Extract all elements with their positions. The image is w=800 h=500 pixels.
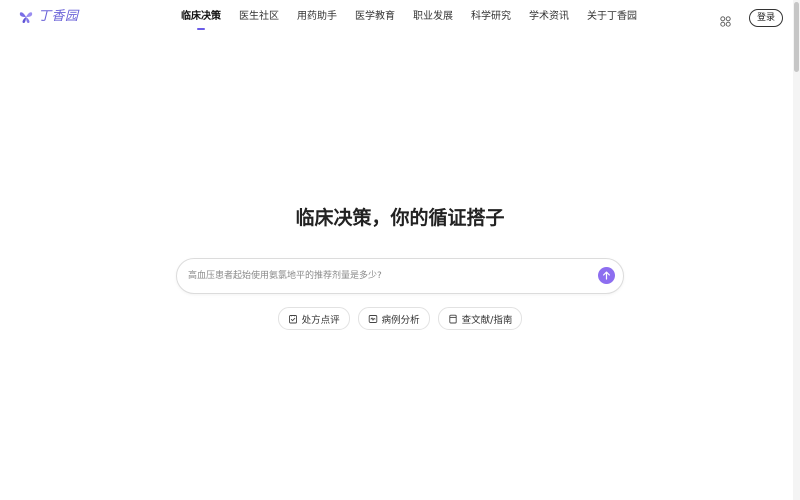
- nav-item-career[interactable]: 职业发展: [413, 0, 453, 36]
- main-nav: 临床决策 医生社区 用药助手 医学教育 职业发展 科学研究 学术资讯 关于丁香园: [181, 0, 655, 36]
- vertical-scrollbar[interactable]: [793, 0, 800, 500]
- grid-apps-icon[interactable]: [720, 12, 731, 27]
- nav-item-drug-assistant[interactable]: 用药助手: [297, 0, 337, 36]
- chip-label: 处方点评: [301, 314, 340, 326]
- nav-item-medical-education[interactable]: 医学教育: [355, 0, 395, 36]
- nav-item-clinical-decision[interactable]: 临床决策: [181, 0, 221, 36]
- arrow-up-icon: [603, 271, 610, 280]
- nav-item-about[interactable]: 关于丁香园: [587, 0, 637, 36]
- logo[interactable]: 丁香园: [18, 8, 79, 26]
- chip-prescription-review[interactable]: 处方点评: [277, 307, 350, 330]
- logo-icon: [19, 12, 33, 23]
- prescription-icon: [288, 314, 297, 323]
- case-icon: [368, 314, 377, 323]
- logo-text: 丁香园: [38, 9, 79, 24]
- send-button[interactable]: [598, 267, 615, 284]
- page: 丁香园 临床决策 医生社区 用药助手 医学教育 职业发展 科学研究 学术资讯 关…: [0, 0, 800, 500]
- chip-label: 病例分析: [381, 314, 420, 326]
- search-input[interactable]: [188, 268, 588, 284]
- top-navbar: 丁香园 临床决策 医生社区 用药助手 医学教育 职业发展 科学研究 学术资讯 关…: [0, 0, 793, 36]
- login-button[interactable]: 登录: [749, 9, 783, 27]
- scrollbar-thumb[interactable]: [794, 2, 799, 72]
- chip-label: 查文献/指南: [461, 314, 513, 326]
- quick-action-chips: 处方点评 病例分析 查文献/指南: [0, 307, 800, 330]
- nav-item-research[interactable]: 科学研究: [471, 0, 511, 36]
- search-box: [176, 258, 624, 294]
- chip-case-analysis[interactable]: 病例分析: [357, 307, 430, 330]
- page-headline: 临床决策，你的循证搭子: [295, 207, 505, 229]
- document-icon: [449, 314, 457, 323]
- nav-item-academic-news[interactable]: 学术资讯: [529, 0, 569, 36]
- nav-item-doctor-community[interactable]: 医生社区: [239, 0, 279, 36]
- chip-literature-guidelines[interactable]: 查文献/指南: [437, 307, 523, 330]
